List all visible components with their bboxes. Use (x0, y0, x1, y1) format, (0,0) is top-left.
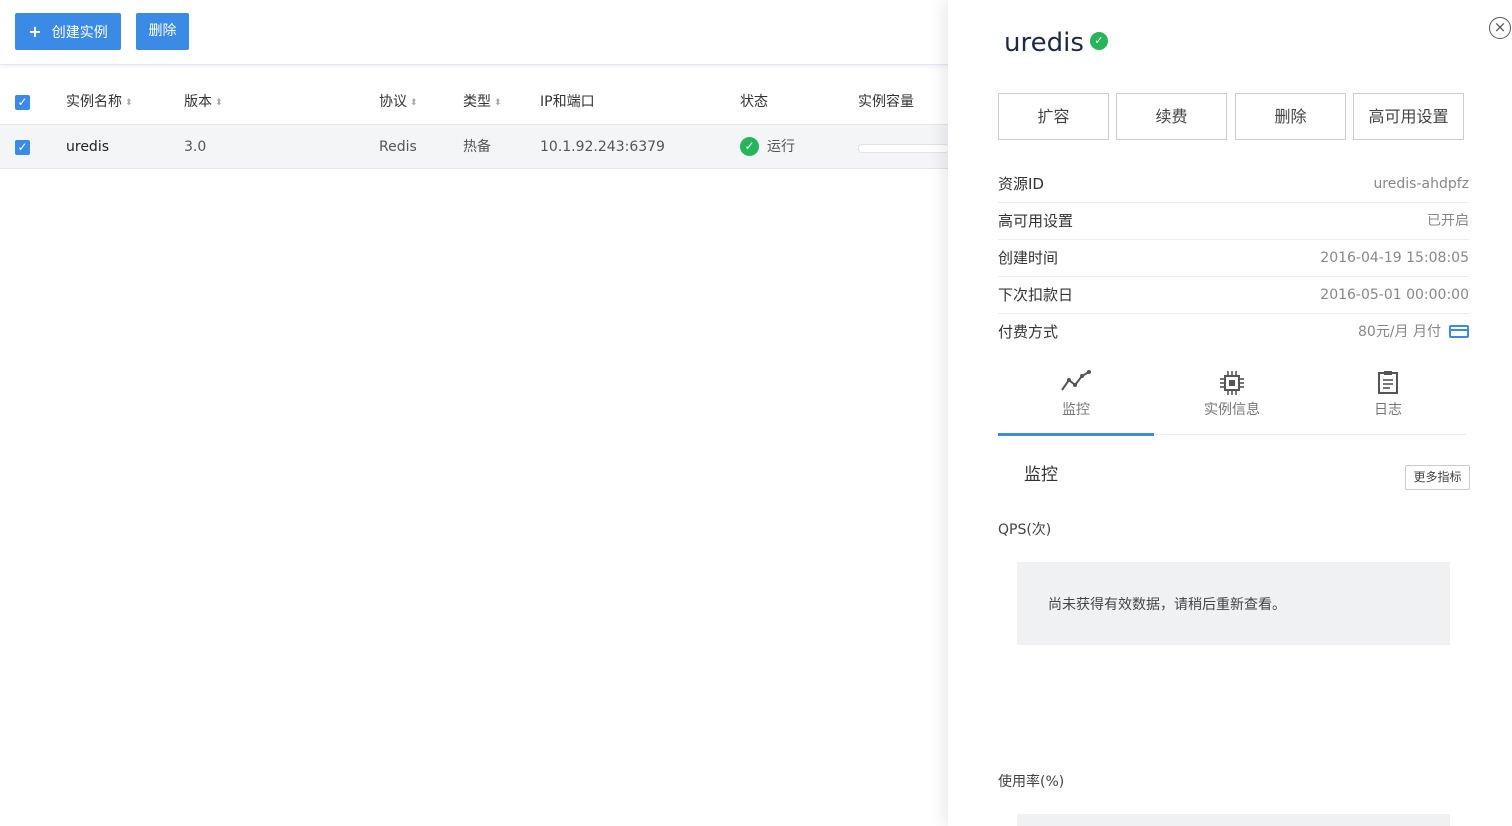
renew-button[interactable]: 续费 (1116, 93, 1227, 140)
info-row: 资源ID uredis-ahdpfz (998, 166, 1469, 203)
tab-label: 监控 (1062, 402, 1090, 418)
info-key: 付费方式 (998, 323, 1059, 341)
qps-chart-label: QPS(次) (998, 522, 1052, 538)
line-chart-icon (998, 362, 1154, 398)
instance-list-area: + 创建实例 删除 ✓ 实例名称 ⬍ 版本 ⬍ 协议 ⬍ 类型 ⬍ IP和端口 状态 实例… (0, 0, 949, 826)
tab-monitor[interactable]: 监控 (998, 362, 1154, 436)
create-instance-label: 创建实例 (51, 25, 108, 41)
usage-chart-label: 使用率(%) (998, 774, 1065, 790)
sort-icon: ⬍ (215, 98, 223, 108)
credit-card-icon[interactable] (1449, 324, 1469, 338)
header-capacity: 实例容量 (858, 94, 914, 110)
info-value: 2016-05-01 00:00:00 (1320, 287, 1469, 303)
delete-button[interactable]: 删除 (136, 13, 189, 50)
cell-ip-port: 10.1.92.243:6379 (540, 139, 665, 155)
panel-title: uredis ✓ (1004, 28, 1108, 58)
detail-panel: × uredis ✓ 扩容 续费 删除 高可用设置 资源ID uredis-ahd… (948, 0, 1512, 826)
info-value: 80元/月 月付 (1358, 314, 1469, 350)
info-value: 2016-04-19 15:08:05 (1320, 250, 1469, 266)
delete-instance-button[interactable]: 删除 (1235, 93, 1346, 140)
header-protocol[interactable]: 协议 ⬍ (379, 80, 418, 126)
row-checkbox[interactable]: ✓ (15, 140, 30, 155)
status-label: 运行 (767, 139, 795, 155)
running-check-icon: ✓ (740, 136, 759, 156)
header-type[interactable]: 类型 ⬍ (463, 80, 502, 126)
table-header: ✓ 实例名称 ⬍ 版本 ⬍ 协议 ⬍ 类型 ⬍ IP和端口 状态 实例容量 (0, 80, 948, 125)
ha-settings-button[interactable]: 高可用设置 (1353, 93, 1464, 140)
clipboard-icon (1310, 362, 1466, 398)
info-value: uredis-ahdpfz (1373, 176, 1469, 192)
detail-tabs: 监控 实例信息 日志 (998, 362, 1466, 436)
table-row[interactable]: ✓ uredis 3.0 Redis 热备 10.1.92.243:6379 ✓… (0, 125, 949, 169)
info-key: 创建时间 (998, 249, 1059, 267)
toolbar: + 创建实例 删除 (0, 0, 948, 65)
monitor-section-title: 监控 (1024, 465, 1058, 485)
active-tab-indicator (998, 433, 1154, 436)
info-key: 资源ID (998, 175, 1044, 193)
select-all-checkbox[interactable]: ✓ (15, 95, 30, 110)
header-version[interactable]: 版本 ⬍ (184, 80, 223, 126)
running-check-icon: ✓ (1089, 31, 1108, 50)
info-value: 已开启 (1427, 213, 1469, 229)
more-metrics-button[interactable]: 更多指标 (1405, 465, 1470, 490)
tab-label: 日志 (1374, 402, 1402, 418)
expand-button[interactable]: 扩容 (998, 93, 1109, 140)
plus-icon: + (28, 22, 42, 41)
info-key: 下次扣款日 (998, 286, 1074, 304)
info-row: 创建时间 2016-04-19 15:08:05 (998, 240, 1469, 277)
empty-message: 尚未获得有效数据，请稍后重新查看。 (1048, 597, 1286, 613)
chip-icon (1154, 362, 1310, 398)
cell-protocol: Redis (379, 139, 417, 155)
sort-icon: ⬍ (410, 98, 418, 108)
create-instance-button[interactable]: + 创建实例 (15, 13, 121, 50)
close-icon[interactable]: × (1489, 17, 1511, 39)
header-status: 状态 (740, 94, 768, 110)
usage-empty-state (1017, 814, 1450, 826)
instance-table: ✓ 实例名称 ⬍ 版本 ⬍ 协议 ⬍ 类型 ⬍ IP和端口 状态 实例容量 ✓ ured… (0, 80, 949, 169)
header-name[interactable]: 实例名称 ⬍ (66, 80, 133, 126)
info-key: 高可用设置 (998, 212, 1074, 230)
tab-label: 实例信息 (1204, 402, 1260, 418)
cell-version: 3.0 (184, 139, 207, 155)
capacity-bar (858, 144, 949, 153)
tab-instance-info[interactable]: 实例信息 (1154, 362, 1310, 434)
tab-logs[interactable]: 日志 (1310, 362, 1466, 434)
info-list: 资源ID uredis-ahdpfz 高可用设置 已开启 创建时间 2016-0… (998, 166, 1469, 350)
qps-empty-state: 尚未获得有效数据，请稍后重新查看。 (1017, 562, 1450, 645)
cell-name[interactable]: uredis (66, 125, 109, 169)
cell-status: ✓ 运行 (740, 125, 795, 169)
sort-icon: ⬍ (125, 98, 133, 108)
info-row: 高可用设置 已开启 (998, 203, 1469, 240)
header-ip-port: IP和端口 (540, 94, 595, 110)
cell-type: 热备 (463, 139, 491, 155)
sort-icon: ⬍ (494, 98, 502, 108)
info-row: 下次扣款日 2016-05-01 00:00:00 (998, 277, 1469, 314)
info-row: 付费方式 80元/月 月付 (998, 314, 1469, 350)
